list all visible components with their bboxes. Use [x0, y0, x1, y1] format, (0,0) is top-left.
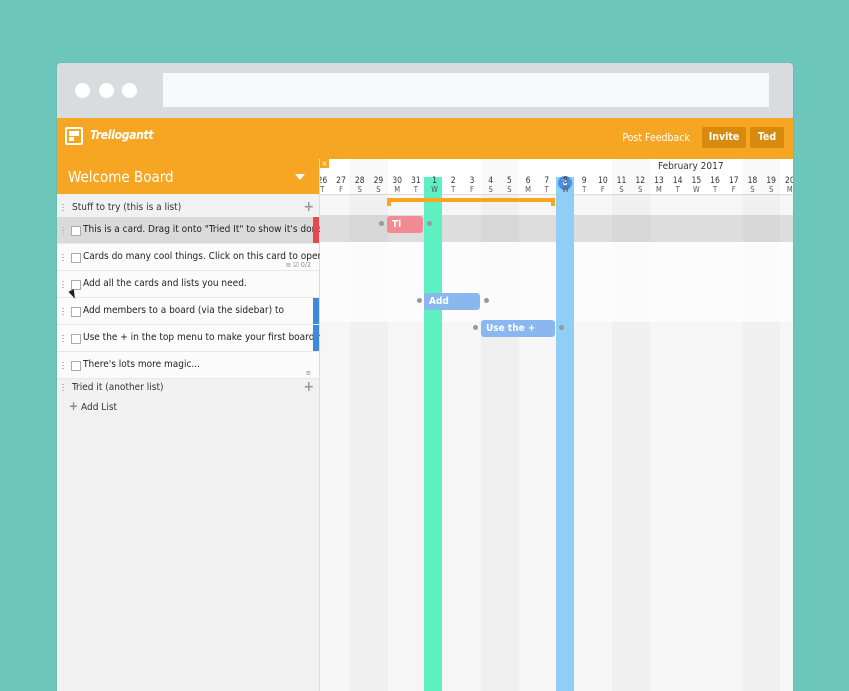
post-feedback-link[interactable]: Post Feedback — [622, 132, 690, 144]
card-checkbox[interactable] — [71, 253, 81, 263]
window-minimize-dot[interactable] — [99, 83, 114, 98]
day-letter: F — [731, 185, 736, 194]
today-column — [424, 177, 442, 691]
card-text: This is a card. Drag it onto "Tried It" … — [83, 224, 326, 235]
description-icon: ≡ — [305, 369, 311, 377]
list-header[interactable]: Stuff to try (this is a list) + — [57, 199, 319, 217]
user-menu-button[interactable]: Ted — [750, 127, 784, 148]
selected-day-column — [556, 177, 574, 691]
sidebar: Welcome Board Stuff to try (this is a li… — [57, 159, 338, 691]
day-letter: W — [431, 185, 438, 194]
day-letter: M — [525, 185, 531, 194]
card-label — [313, 325, 319, 351]
card-checkbox[interactable] — [71, 334, 81, 344]
card-text: Add all the cards and lists you need. — [83, 278, 247, 289]
card-label — [313, 217, 319, 243]
bar-end-handle[interactable] — [484, 298, 489, 303]
card-text: There's lots more magic... — [83, 359, 200, 370]
day-letter: S — [619, 185, 624, 194]
logo-text: Trellogantt — [90, 128, 154, 142]
gantt-bar[interactable]: Use the + — [481, 320, 555, 337]
logo-icon — [65, 127, 83, 145]
add-list-label: Add List — [81, 402, 118, 413]
gantt-chart: × February 2017 8 Tl Add Use the + 26T27… — [320, 159, 793, 691]
board-header[interactable]: Welcome Board — [57, 159, 319, 194]
day-letter: S — [488, 185, 493, 194]
window-close-dot[interactable] — [75, 83, 90, 98]
day-letter: M — [786, 185, 793, 194]
gantt-bar[interactable]: Add — [424, 293, 480, 310]
add-list-button[interactable]: + Add List — [69, 399, 117, 413]
day-letter: S — [750, 185, 755, 194]
browser-window: Trellogantt Post Feedback Invite Ted Wel… — [57, 63, 793, 691]
day-letter: T — [544, 185, 549, 194]
bar-start-handle[interactable] — [473, 325, 478, 330]
month-label: February 2017 — [658, 161, 724, 172]
chevron-down-icon[interactable] — [295, 174, 305, 180]
day-letter: W — [562, 185, 569, 194]
day-letter: T — [413, 185, 418, 194]
day-letter: S — [638, 185, 643, 194]
day-letter: S — [507, 185, 512, 194]
day-letter: S — [768, 185, 774, 194]
day-letter: T — [451, 185, 456, 194]
list-item[interactable]: Add members to a board (via the sidebar)… — [57, 298, 319, 325]
card-label — [313, 298, 319, 324]
day-letter: F — [339, 185, 343, 194]
card-text: Add members to a board (via the sidebar)… — [83, 305, 284, 316]
day-letter: S — [376, 185, 381, 194]
card-checkbox[interactable] — [71, 226, 81, 236]
window-maximize-dot[interactable] — [122, 83, 137, 98]
list-header[interactable]: Tried it (another list) + — [57, 379, 319, 397]
list-span-bracket — [387, 198, 555, 206]
drag-handle-icon[interactable] — [62, 308, 64, 316]
drag-handle-icon[interactable] — [62, 204, 64, 212]
bar-start-handle[interactable] — [379, 221, 384, 226]
day-letter: T — [712, 185, 718, 194]
list-item[interactable]: Cards do many cool things. Click on this… — [57, 244, 332, 271]
list-item[interactable]: This is a card. Drag it onto "Tried It" … — [57, 217, 326, 244]
bar-end-handle[interactable] — [559, 325, 564, 330]
drag-handle-icon[interactable] — [62, 335, 64, 343]
day-letter: T — [320, 185, 325, 194]
app-header: Trellogantt Post Feedback Invite Ted — [57, 118, 793, 159]
card-text: Use the + in the top menu to make your f… — [83, 332, 338, 343]
day-letter: W — [693, 185, 700, 194]
day-letter: M — [656, 185, 662, 194]
bar-end-handle[interactable] — [427, 221, 432, 226]
drag-handle-icon[interactable] — [62, 281, 64, 289]
browser-chrome — [57, 63, 793, 118]
board-title: Welcome Board — [68, 168, 174, 186]
invite-button[interactable]: Invite — [702, 127, 746, 148]
day-letter: S — [357, 185, 362, 194]
card-checkbox[interactable] — [71, 307, 81, 317]
drag-handle-icon[interactable] — [62, 362, 64, 370]
list-item[interactable]: Use the + in the top menu to make your f… — [57, 325, 338, 352]
day-letter: F — [600, 185, 605, 194]
drag-handle-icon[interactable] — [62, 384, 64, 392]
drag-handle-icon[interactable] — [62, 227, 64, 235]
close-icon[interactable]: × — [320, 159, 329, 168]
card-checkbox[interactable] — [71, 361, 81, 371]
list-title: Tried it (another list) — [72, 382, 164, 393]
add-card-icon[interactable]: + — [303, 199, 314, 215]
plus-icon: + — [69, 399, 79, 413]
list-title: Stuff to try (this is a list) — [72, 202, 182, 213]
address-bar[interactable] — [163, 73, 769, 107]
list-item[interactable]: Add all the cards and lists you need. — [57, 271, 319, 298]
bar-start-handle[interactable] — [417, 298, 422, 303]
day-letter: T — [582, 185, 587, 194]
day-letter: F — [469, 185, 474, 194]
list-item[interactable]: There's lots more magic... ≡ — [57, 352, 319, 379]
gantt-bar[interactable]: Tl — [387, 216, 423, 233]
drag-handle-icon[interactable] — [62, 254, 64, 262]
add-card-icon[interactable]: + — [303, 379, 314, 395]
checklist-badge: ≡ ☑ 0/2 — [285, 261, 311, 269]
checklist-count: 0/2 — [300, 261, 311, 269]
day-letter: M — [394, 185, 401, 194]
day-letter: T — [675, 185, 680, 194]
